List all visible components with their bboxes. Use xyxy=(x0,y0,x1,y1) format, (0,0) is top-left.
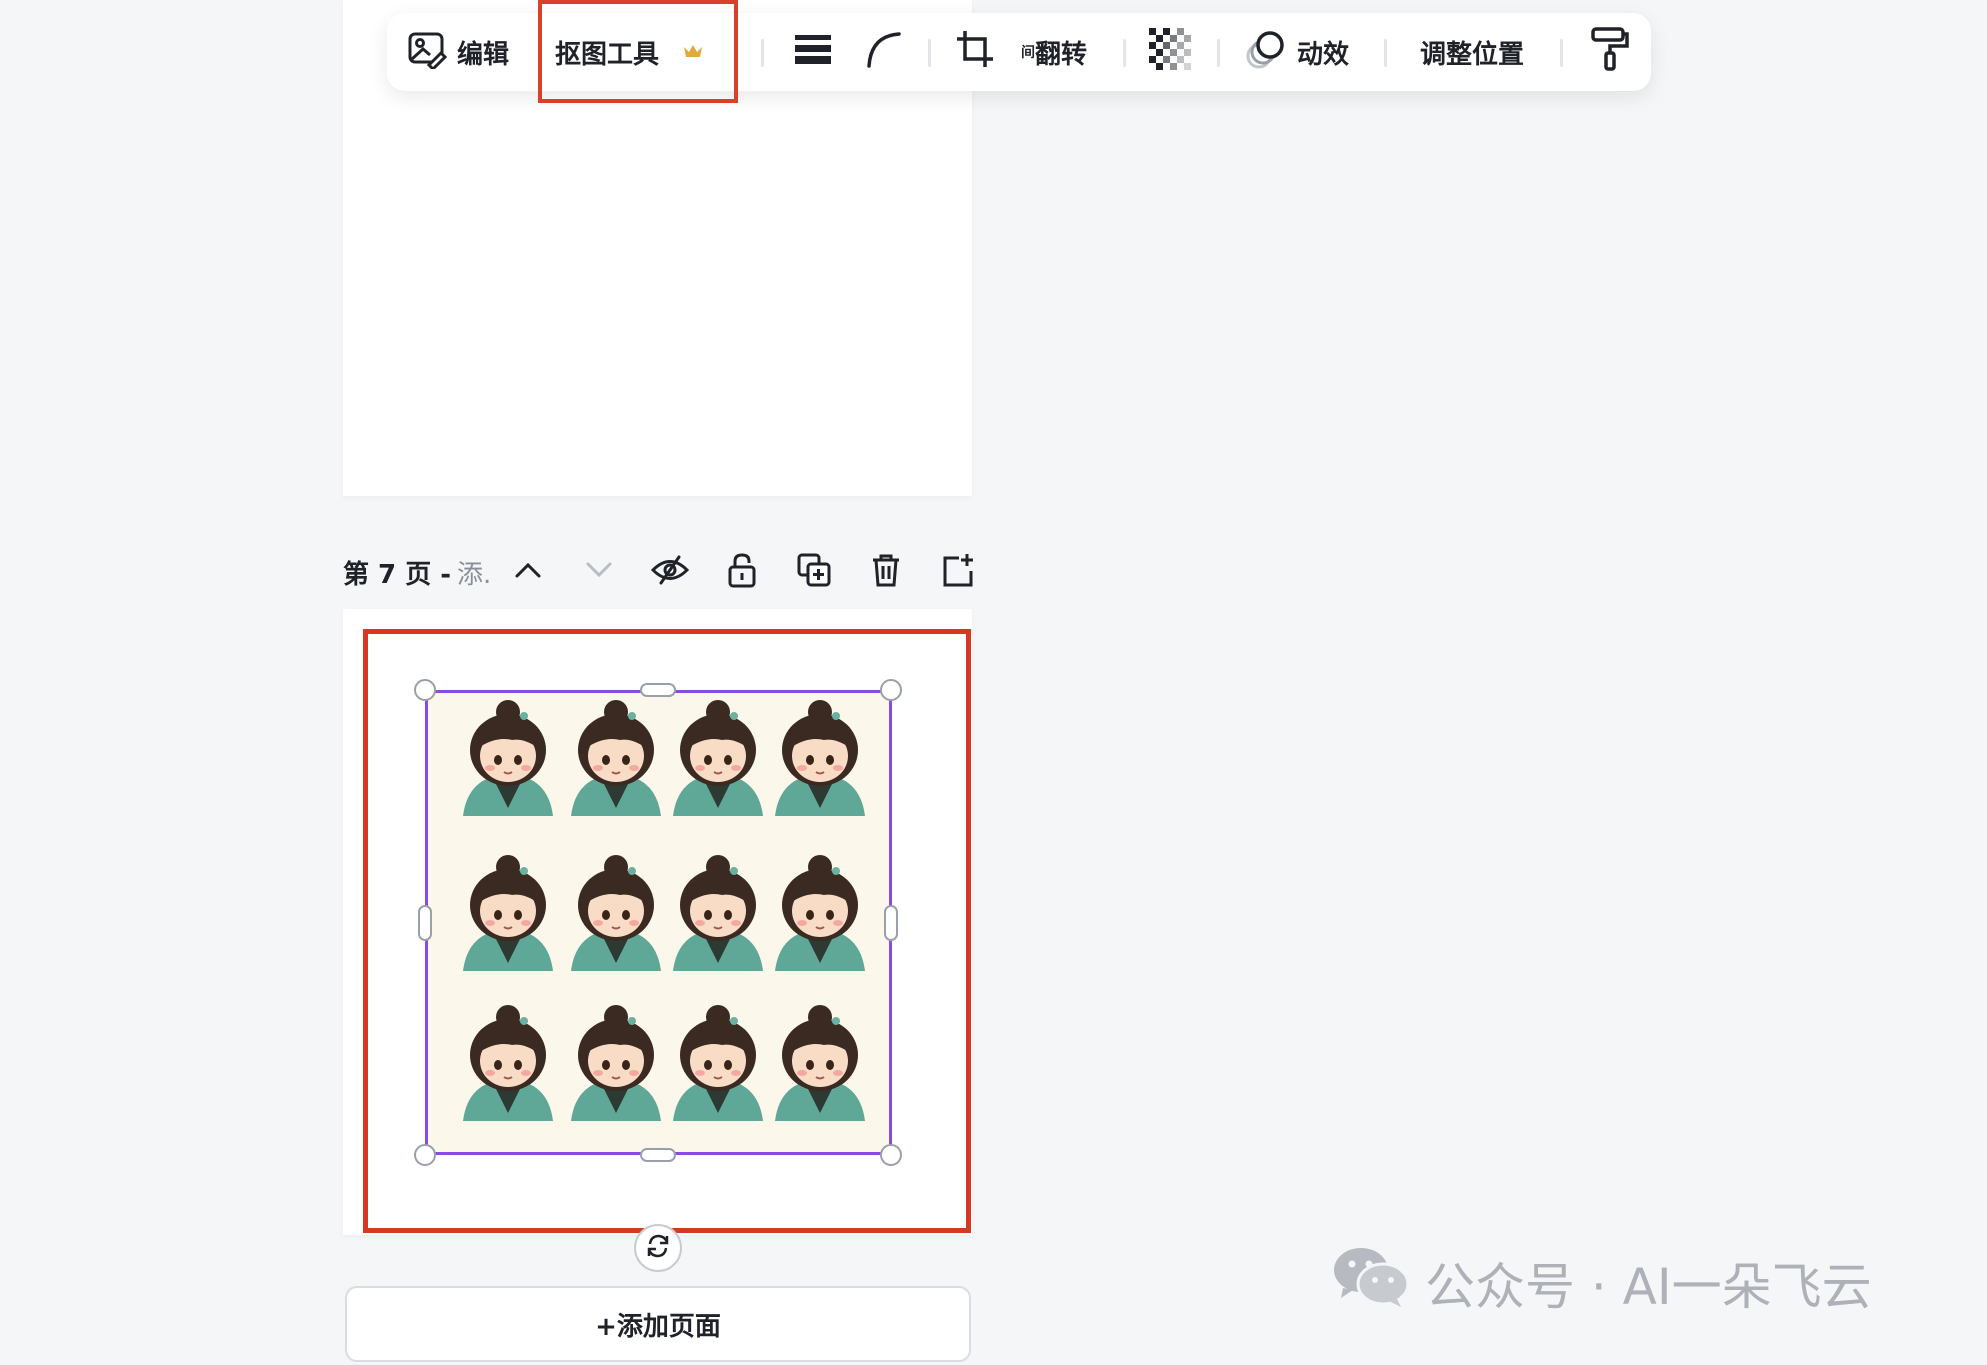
page-title-input[interactable]: 添. xyxy=(457,554,491,591)
adjust-position-label: 调整位置 xyxy=(1420,39,1525,70)
toolbar-divider xyxy=(1217,39,1220,67)
edit-label: 编辑 xyxy=(457,39,510,70)
chevron-down-icon xyxy=(585,561,613,583)
toolbar-divider xyxy=(1384,39,1387,67)
rotate-handle[interactable] xyxy=(634,1224,682,1272)
corner-radius-button[interactable] xyxy=(865,13,903,91)
eye-slash-icon xyxy=(650,555,690,589)
resize-handle-right[interactable] xyxy=(884,905,898,941)
flip-label: 翻转 xyxy=(1035,39,1088,70)
move-page-down-button[interactable] xyxy=(581,554,617,590)
resize-handle-top-right[interactable] xyxy=(880,679,902,701)
add-page-after-button[interactable] xyxy=(940,554,976,590)
lock-page-button[interactable] xyxy=(724,552,760,592)
duplicate-page-button[interactable] xyxy=(796,553,832,591)
paint-roller-icon xyxy=(1590,26,1630,79)
flip-prefix: 间 xyxy=(1021,45,1035,61)
chevron-up-icon xyxy=(514,561,542,583)
unlock-icon xyxy=(727,552,757,592)
line-weight-icon xyxy=(793,32,833,73)
format-painter-button[interactable] xyxy=(1590,13,1630,91)
crop-icon xyxy=(955,29,995,76)
add-page-icon xyxy=(941,553,975,591)
move-page-up-button[interactable] xyxy=(510,554,546,590)
copy-plus-icon xyxy=(797,553,831,591)
toolbar-divider xyxy=(1123,39,1126,67)
hide-page-button[interactable] xyxy=(650,554,690,590)
watermark: 公众号 · AI一朵飞云 xyxy=(1333,1248,1872,1318)
flip-button[interactable]: 间 翻转 xyxy=(1021,13,1087,91)
selected-image[interactable] xyxy=(425,690,892,1155)
page-title: 第 7 页 - xyxy=(343,559,452,590)
animation-icon xyxy=(1245,28,1287,77)
trash-icon xyxy=(871,553,901,591)
animation-label: 动效 xyxy=(1297,39,1350,70)
wechat-icon xyxy=(1333,1246,1410,1320)
add-page-button[interactable]: +添加页面 xyxy=(345,1286,971,1362)
image-edit-icon xyxy=(407,29,448,76)
toolbar-divider xyxy=(928,39,931,67)
resize-handle-top-left[interactable] xyxy=(414,679,436,701)
adjust-position-button[interactable]: 调整位置 xyxy=(1420,13,1524,91)
page-header: 第 7 页 - 添. xyxy=(343,545,983,599)
resize-handle-bottom-left[interactable] xyxy=(414,1144,436,1166)
toolbar-divider xyxy=(1560,39,1563,67)
line-weight-button[interactable] xyxy=(793,13,833,91)
resize-handle-top[interactable] xyxy=(640,683,676,697)
resize-handle-bottom[interactable] xyxy=(640,1148,676,1162)
watermark-text: 公众号 · AI一朵飞云 xyxy=(1425,1258,1872,1316)
transparency-button[interactable] xyxy=(1149,13,1191,91)
corner-radius-icon xyxy=(865,30,903,75)
animation-button[interactable]: 动效 xyxy=(1245,13,1349,91)
sticker-grid-illustration xyxy=(428,693,889,1152)
rotate-icon xyxy=(644,1232,672,1264)
transparency-checker-icon xyxy=(1149,27,1191,77)
edit-button[interactable]: 编辑 xyxy=(407,13,509,91)
crop-button[interactable] xyxy=(955,13,995,91)
toolbar-divider xyxy=(761,39,764,67)
image-toolbar: 编辑 抠图工具 间 翻转 动效 调整位置 xyxy=(387,0,1651,103)
resize-handle-left[interactable] xyxy=(418,905,432,941)
delete-page-button[interactable] xyxy=(868,554,904,590)
resize-handle-bottom-right[interactable] xyxy=(880,1144,902,1166)
cutout-highlight-box xyxy=(538,0,738,103)
